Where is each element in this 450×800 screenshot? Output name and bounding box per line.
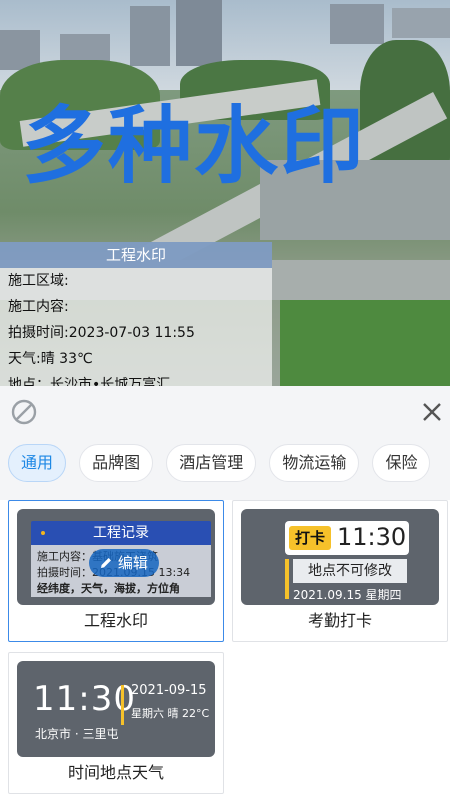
building	[330, 4, 384, 44]
thumb-location: 北京市 · 三里屯	[35, 727, 119, 741]
edit-button[interactable]: 编辑	[89, 549, 159, 577]
thumb-place: 地点不可修改	[293, 559, 407, 583]
watermark-card[interactable]: 工程水印 施工区域: 施工内容: 拍摄时间:2023-07-03 11:55 天…	[0, 242, 272, 386]
template-label: 工程水印	[83, 611, 148, 630]
thumb-line: 经纬度，天气，海拔，方位角	[37, 582, 180, 595]
watermark-line: 天气:晴 33℃	[8, 351, 93, 367]
template-thumbnail: 工程记录 施工内容：基础施工浇筑 拍摄时间：2021.09.15 13:34 经…	[17, 509, 215, 605]
close-icon[interactable]	[418, 398, 446, 426]
tab-brand[interactable]: 品牌图	[79, 444, 154, 482]
thumb-date: 2021.09.15 星期四	[293, 588, 402, 602]
watermark-card-header: 工程水印	[0, 242, 272, 268]
watermark-line: 施工内容:	[8, 299, 69, 315]
checkin-tag: 打卡	[289, 526, 331, 550]
category-tabs: 通用 品牌图 酒店管理 物流运输 保险	[0, 444, 450, 488]
template-grid: 工程记录 施工内容：基础施工浇筑 拍摄时间：2021.09.15 13:34 经…	[0, 500, 450, 800]
photo-preview: 多种水印 工程水印 施工区域: 施工内容: 拍摄时间:2023-07-03 11…	[0, 0, 450, 386]
watermark-line: 施工区域:	[8, 273, 69, 289]
building	[130, 6, 170, 66]
template-label: 考勤打卡	[307, 611, 372, 630]
thumb-weekday-weather: 星期六 晴 22°C	[131, 707, 210, 720]
template-card-attendance[interactable]: 打卡 11:30 地点不可修改 2021.09.15 星期四 考勤打卡	[232, 500, 448, 642]
accent-bar	[285, 559, 289, 599]
template-label: 时间地点天气	[67, 763, 164, 782]
template-card-engineering[interactable]: 工程记录 施工内容：基础施工浇筑 拍摄时间：2021.09.15 13:34 经…	[8, 500, 224, 642]
tab-hotel[interactable]: 酒店管理	[166, 444, 257, 482]
thumb-time: 11:30	[337, 523, 407, 551]
watermark-big-title: 多种水印	[22, 97, 367, 195]
panel-toolbar	[0, 386, 450, 436]
lawn	[280, 290, 450, 386]
thumb-header: 工程记录	[31, 521, 211, 545]
pencil-icon	[101, 558, 112, 568]
thumb-top: 打卡 11:30	[285, 521, 409, 555]
thumb-date: 2021-09-15	[131, 683, 207, 698]
watermark-line: 地点：长沙市•长城万富汇	[8, 377, 171, 386]
tab-logistics[interactable]: 物流运输	[269, 444, 360, 482]
watermark-line: 拍摄时间:2023-07-03 11:55	[8, 325, 195, 341]
building	[392, 8, 450, 38]
tab-insurance[interactable]: 保险	[372, 444, 431, 482]
dot-icon	[41, 531, 45, 535]
template-card-time-place-weather[interactable]: 11:30 2021-09-15 星期六 晴 22°C 北京市 · 三里屯 时间…	[8, 652, 224, 794]
template-thumbnail: 11:30 2021-09-15 星期六 晴 22°C 北京市 · 三里屯	[17, 661, 215, 757]
tab-general[interactable]: 通用	[8, 444, 67, 482]
building	[176, 0, 222, 66]
watermark-panel: 通用 品牌图 酒店管理 物流运输 保险 工程记录 施工内容：基础施工浇筑 拍摄时…	[0, 386, 450, 800]
accent-bar	[121, 685, 124, 725]
no-watermark-icon[interactable]	[10, 398, 38, 426]
template-thumbnail: 打卡 11:30 地点不可修改 2021.09.15 星期四	[241, 509, 439, 605]
